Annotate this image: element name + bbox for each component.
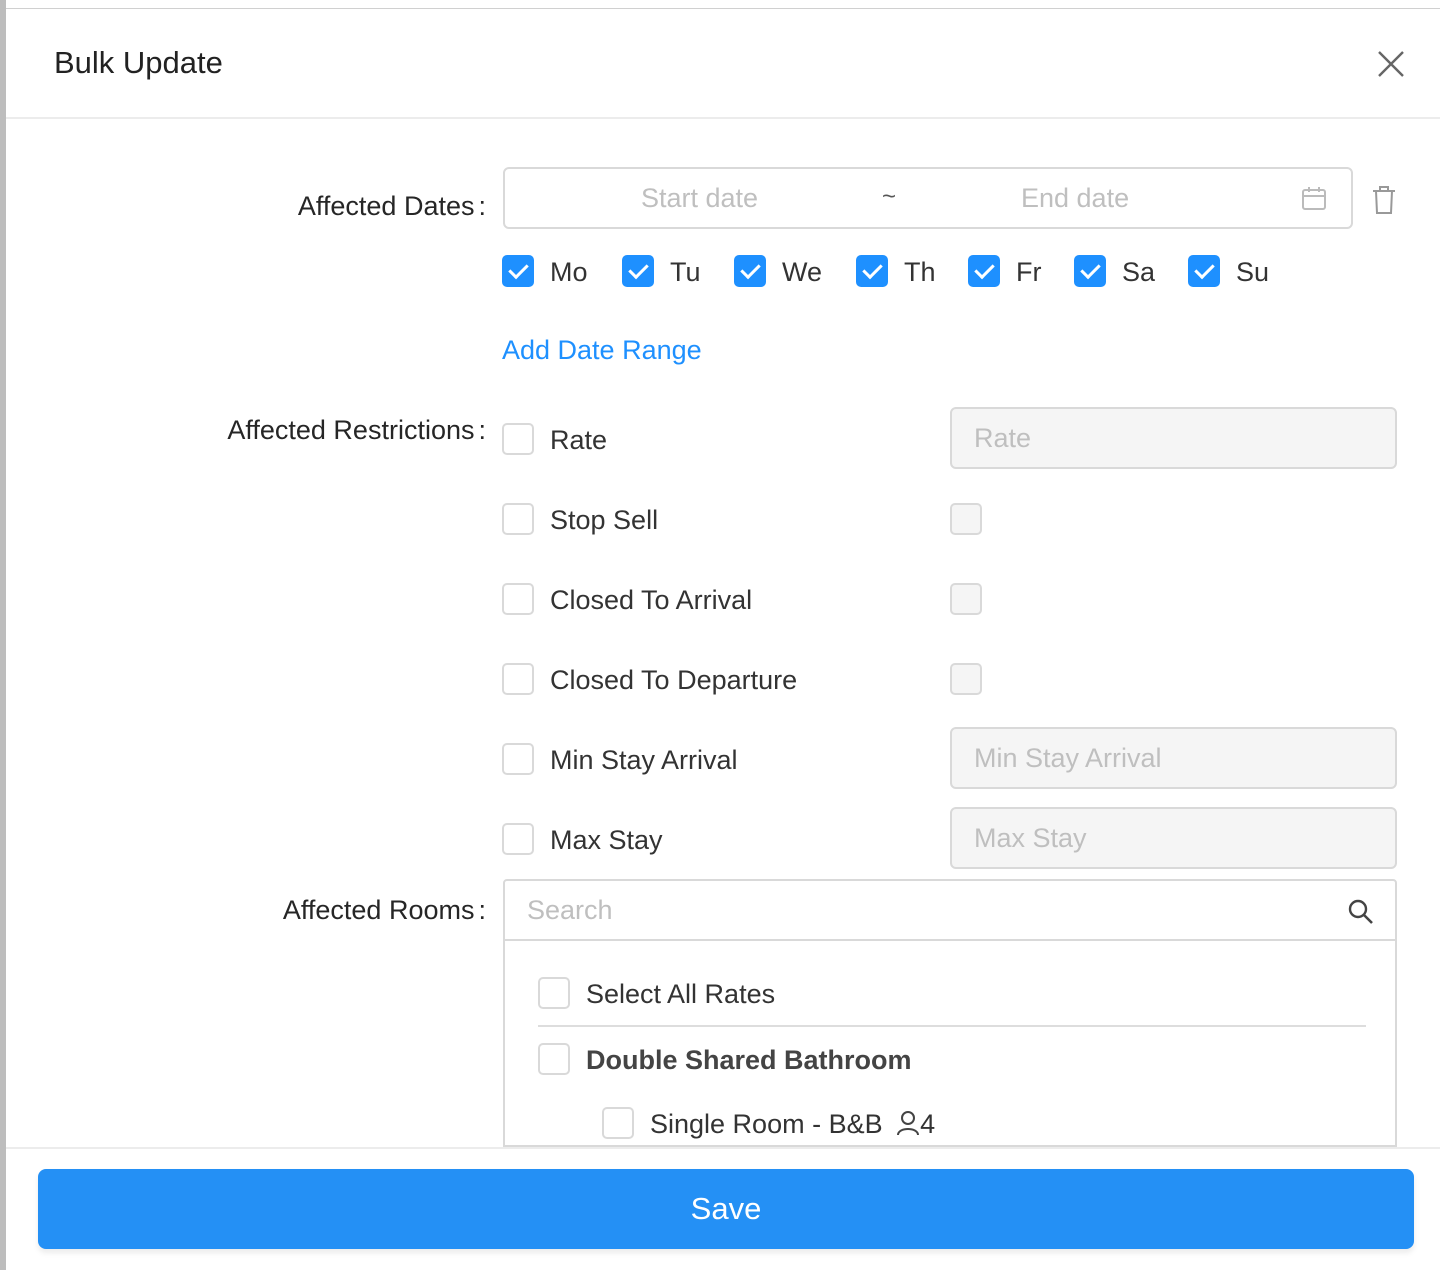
min-stay-arrival-placeholder: Min Stay Arrival bbox=[974, 743, 1162, 773]
search-icon[interactable] bbox=[1347, 898, 1375, 926]
closed-to-departure-checkbox[interactable] bbox=[502, 663, 534, 695]
min-stay-arrival-label: Min Stay Arrival bbox=[550, 745, 738, 775]
date-range-picker[interactable]: Start date ~ End date bbox=[503, 167, 1353, 229]
closed-to-arrival-checkbox[interactable] bbox=[502, 583, 534, 615]
day-label: Su bbox=[1236, 257, 1270, 287]
rate-item: Single Room - B&B 4 bbox=[650, 1109, 935, 1140]
range-separator: ~ bbox=[882, 183, 897, 210]
day-label: Mo bbox=[550, 257, 588, 287]
modal-title: Bulk Update bbox=[54, 45, 223, 80]
room-name: Double Shared Bathroom bbox=[586, 1045, 912, 1075]
rooms-list: Select All Rates Double Shared Bathroom … bbox=[503, 941, 1397, 1147]
min-stay-arrival-input[interactable]: Min Stay Arrival bbox=[950, 727, 1397, 789]
close-icon[interactable] bbox=[1376, 49, 1406, 79]
rate-input[interactable]: Rate bbox=[950, 407, 1397, 469]
day-checkbox-tu[interactable] bbox=[622, 255, 654, 287]
room-checkbox[interactable] bbox=[538, 1043, 570, 1075]
day-checkbox-we[interactable] bbox=[734, 255, 766, 287]
affected-restrictions-label: Affected Restrictions: bbox=[227, 415, 486, 445]
max-stay-label: Max Stay bbox=[550, 825, 663, 855]
stop-sell-checkbox[interactable] bbox=[502, 503, 534, 535]
day-checkbox-sa[interactable] bbox=[1074, 255, 1106, 287]
rate-label: Rate bbox=[550, 425, 608, 455]
max-stay-checkbox[interactable] bbox=[502, 823, 534, 855]
stop-sell-value-checkbox[interactable] bbox=[950, 503, 982, 535]
day-checkbox-mo[interactable] bbox=[502, 255, 534, 287]
closed-to-departure-value-checkbox[interactable] bbox=[950, 663, 982, 695]
end-date-input[interactable]: End date bbox=[1021, 183, 1129, 214]
day-checkbox-th[interactable] bbox=[856, 255, 888, 287]
closed-to-arrival-label: Closed To Arrival bbox=[550, 585, 753, 615]
save-button[interactable]: Save bbox=[38, 1169, 1414, 1249]
start-date-input[interactable]: Start date bbox=[641, 183, 758, 214]
header-divider bbox=[6, 117, 1440, 119]
day-label: Th bbox=[904, 257, 936, 287]
day-checkbox-fr[interactable] bbox=[968, 255, 1000, 287]
closed-to-arrival-value-checkbox[interactable] bbox=[950, 583, 982, 615]
bulk-update-modal: Bulk Update Affected Dates: Start date ~… bbox=[6, 8, 1440, 1270]
day-label: Sa bbox=[1122, 257, 1156, 287]
day-checkbox-su[interactable] bbox=[1188, 255, 1220, 287]
footer-divider bbox=[6, 1147, 1440, 1149]
affected-rooms-label: Affected Rooms: bbox=[282, 895, 486, 925]
trash-icon[interactable] bbox=[1371, 185, 1397, 215]
affected-dates-label: Affected Dates: bbox=[297, 191, 486, 221]
rate-placeholder: Rate bbox=[974, 423, 1032, 453]
stop-sell-label: Stop Sell bbox=[550, 505, 659, 535]
min-stay-arrival-checkbox[interactable] bbox=[502, 743, 534, 775]
rate-checkbox[interactable] bbox=[602, 1107, 634, 1139]
max-stay-input[interactable]: Max Stay bbox=[950, 807, 1397, 869]
occupancy-count: 4 bbox=[920, 1109, 936, 1139]
search-placeholder: Search bbox=[527, 895, 613, 925]
rate-checkbox[interactable] bbox=[502, 423, 534, 455]
day-label: Tu bbox=[670, 257, 701, 287]
list-divider bbox=[538, 1025, 1366, 1027]
rate-name: Single Room - B&B bbox=[650, 1109, 883, 1139]
day-label: We bbox=[782, 257, 823, 287]
add-date-range-link[interactable]: Add Date Range bbox=[502, 335, 702, 366]
closed-to-departure-label: Closed To Departure bbox=[550, 665, 798, 695]
person-icon bbox=[897, 1111, 920, 1136]
rooms-search-input[interactable]: Search bbox=[503, 879, 1397, 941]
calendar-icon bbox=[1302, 187, 1326, 210]
select-all-label: Select All Rates bbox=[586, 979, 776, 1009]
max-stay-placeholder: Max Stay bbox=[974, 823, 1087, 853]
select-all-checkbox[interactable] bbox=[538, 977, 570, 1009]
day-label: Fr bbox=[1016, 257, 1042, 287]
